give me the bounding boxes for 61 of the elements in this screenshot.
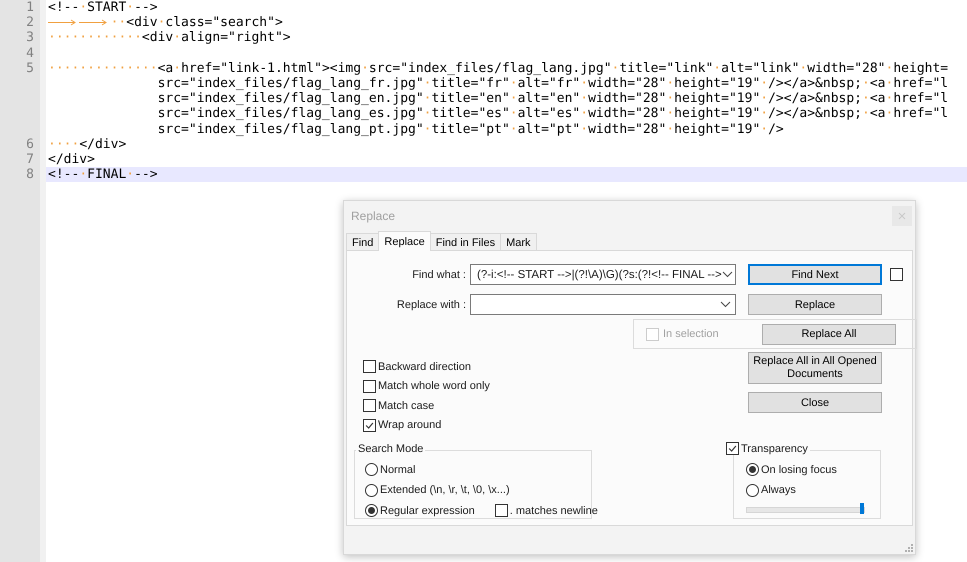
code-line: src="index_files/flag_lang_pt.jpg"·title="pt"·alt="pt"·width="28"·height="19"·/> (158, 122, 784, 137)
line-number: 2 (25, 15, 35, 30)
checkbox[interactable] (494, 504, 508, 518)
tab-arrow-icon (48, 19, 77, 26)
line-number: 5 (25, 60, 35, 78)
line-number: 8 (25, 167, 35, 182)
option-label: On losing focus (761, 464, 837, 476)
checkbox[interactable] (726, 442, 739, 455)
code-line: ············<div·align="right"> (48, 30, 291, 46)
code-line: src="index_files/flag_lang_fr.jpg"·title="fr"·alt="fr"·width="28"·height="19"·/></a>&nbsp;·<a·href="l (158, 76, 948, 92)
code-line: ··<div·class="search"> (110, 15, 283, 30)
radio-button[interactable] (746, 463, 759, 476)
resize-grip-icon[interactable] (904, 543, 913, 552)
tab-arrow-icon (79, 19, 108, 26)
find-next-button[interactable]: Find Next (748, 264, 882, 285)
option-label: Always (761, 484, 796, 496)
code-line: <!--·FINAL·--> (48, 167, 158, 182)
checkbox[interactable] (363, 399, 376, 412)
replace-button[interactable]: Replace (748, 294, 882, 315)
option-label: Normal (380, 464, 416, 476)
checkbox[interactable] (363, 380, 376, 393)
close-button[interactable]: Close (748, 392, 882, 413)
field-label: Find what : (411, 268, 466, 280)
line-number: 6 (25, 136, 35, 152)
line-number: 3 (25, 30, 35, 46)
code-line: src="index_files/flag_lang_en.jpg"·title="en"·alt="en"·width="28"·height="19"·/></a>&nbsp;·<a·href="l (158, 91, 948, 106)
option-label: Match whole word only (378, 380, 490, 392)
replace-field[interactable] (470, 294, 736, 315)
checkbox[interactable] (363, 418, 376, 432)
tab[interactable]: Find (346, 233, 380, 250)
option-label: Backward direction (378, 360, 471, 373)
field-label: Replace with : (396, 298, 466, 310)
radio-button[interactable] (365, 463, 378, 476)
dialog-title: Replace (351, 209, 396, 223)
tab[interactable]: Mark (500, 233, 537, 250)
replace-all-button[interactable]: Replace All (762, 324, 896, 344)
option-label: . matches newline (510, 504, 598, 517)
replace-all-opened-button[interactable]: Replace All in All Opened Documents (748, 352, 882, 384)
code-line: ··············<a·href="link-1.html"><img·src="index_files/flag_lang.jpg"·title="link"·alt="link"·width="28"·height= (48, 60, 948, 76)
option-label: In selection (663, 328, 720, 340)
option-label: Match case (378, 400, 434, 412)
slider-thumb[interactable] (860, 503, 864, 514)
radio-button[interactable] (365, 504, 378, 518)
code-line: src="index_files/flag_lang_es.jpg"·title="es"·alt="es"·width="28"·height="19"·/></a>&nbsp;·<a·href="l (158, 106, 948, 122)
tab[interactable]: Replace (378, 231, 431, 251)
code-line: </div> (48, 152, 95, 168)
line-number: 1 (25, 0, 35, 16)
option-label: Transparency (741, 442, 808, 454)
checkbox[interactable] (890, 268, 903, 281)
option-label: Wrap around (378, 419, 442, 432)
group-title: Search Mode (356, 443, 426, 455)
radio-button[interactable] (746, 484, 759, 497)
code-line: ····</div> (48, 136, 126, 152)
checkbox[interactable] (363, 360, 376, 374)
option-label: Regular expression (380, 504, 475, 517)
code-line: <!--·START·--> (48, 0, 158, 16)
line-number: 4 (25, 46, 35, 61)
radio-button[interactable] (365, 484, 378, 497)
line-number: 7 (25, 152, 35, 168)
find-field[interactable]: (?-i:<!-- START -->|(?!\A)\G)(?s:(?!<!-- FINAL --> (470, 264, 736, 285)
option-label: Extended (\n, \r, \t, \0, \x...) (380, 484, 510, 496)
